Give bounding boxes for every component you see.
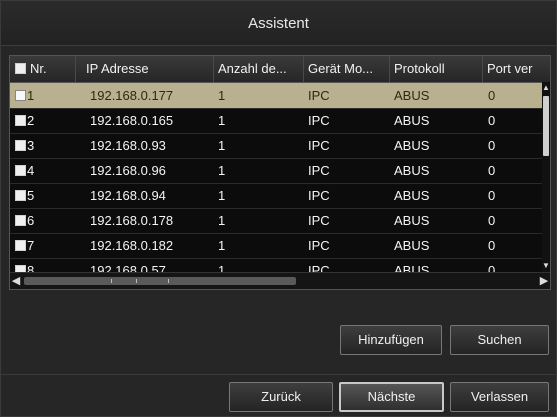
header-nr[interactable]: Nr.: [10, 56, 76, 82]
ip-cell: 192.168.0.178: [90, 213, 174, 228]
model-cell: IPC: [308, 163, 330, 178]
header-model[interactable]: Gerät Mo...: [304, 56, 390, 82]
add-button[interactable]: Hinzufügen: [340, 325, 442, 355]
ip-cell: 192.168.0.177: [90, 88, 174, 103]
exit-button[interactable]: Verlassen: [450, 382, 549, 412]
row-checkbox[interactable]: [15, 215, 26, 226]
port-cell: 0: [488, 163, 496, 178]
ip-cell: 192.168.0.94: [90, 188, 166, 203]
count-cell: 1: [218, 188, 226, 203]
model-cell: IPC: [308, 113, 330, 128]
dialog-title: Assistent: [248, 14, 309, 32]
port-cell: 0: [488, 188, 496, 203]
horizontal-scroll-thumb[interactable]: [24, 277, 296, 285]
protocol-cell: ABUS: [394, 88, 430, 103]
device-table: Nr. IP Adresse Anzahl de... Gerät Mo... …: [9, 55, 551, 290]
back-button[interactable]: Zurück: [229, 382, 333, 412]
vertical-scrollbar[interactable]: ▲ ▼: [542, 82, 550, 272]
search-button[interactable]: Suchen: [450, 325, 549, 355]
nr-cell: 1: [27, 88, 35, 103]
row-checkbox[interactable]: [15, 115, 26, 126]
table-row[interactable]: 4 192.168.0.96 1 IPC ABUS 0: [10, 158, 542, 184]
footer-divider: [1, 374, 556, 375]
row-checkbox[interactable]: [15, 190, 26, 201]
count-cell: 1: [218, 113, 226, 128]
count-cell: 1: [218, 213, 226, 228]
protocol-cell: ABUS: [394, 163, 430, 178]
count-cell: 1: [218, 88, 226, 103]
count-cell: 1: [218, 163, 226, 178]
header-port[interactable]: Port ver: [483, 56, 542, 82]
port-cell: 0: [488, 138, 496, 153]
row-checkbox[interactable]: [15, 165, 26, 176]
table-header: Nr. IP Adresse Anzahl de... Gerät Mo... …: [10, 56, 550, 83]
table-row[interactable]: 6 192.168.0.178 1 IPC ABUS 0: [10, 208, 542, 234]
protocol-cell: ABUS: [394, 238, 430, 253]
table-row[interactable]: 1 192.168.0.177 1 IPC ABUS 0: [10, 83, 542, 109]
header-ip[interactable]: IP Adresse: [76, 56, 214, 82]
row-checkbox[interactable]: [15, 140, 26, 151]
port-cell: 0: [488, 113, 496, 128]
nr-cell: 4: [27, 163, 35, 178]
model-cell: IPC: [308, 238, 330, 253]
scroll-up-icon[interactable]: ▲: [542, 83, 550, 93]
model-cell: IPC: [308, 188, 330, 203]
header-count[interactable]: Anzahl de...: [214, 56, 304, 82]
ip-cell: 192.168.0.165: [90, 113, 174, 128]
protocol-cell: ABUS: [394, 188, 430, 203]
ip-cell: 192.168.0.96: [90, 163, 166, 178]
nr-cell: 5: [27, 188, 35, 203]
count-cell: 1: [218, 138, 226, 153]
table-row[interactable]: 2 192.168.0.165 1 IPC ABUS 0: [10, 108, 542, 134]
port-cell: 0: [488, 88, 496, 103]
table-row[interactable]: 5 192.168.0.94 1 IPC ABUS 0: [10, 183, 542, 209]
scroll-down-icon[interactable]: ▼: [542, 261, 550, 271]
ip-cell: 192.168.0.93: [90, 138, 166, 153]
header-protocol[interactable]: Protokoll: [390, 56, 483, 82]
row-checkbox[interactable]: [15, 90, 26, 101]
port-cell: 0: [488, 213, 496, 228]
dialog-titlebar: Assistent: [1, 1, 556, 46]
protocol-cell: ABUS: [394, 213, 430, 228]
nr-cell: 2: [27, 113, 35, 128]
count-cell: 1: [218, 238, 226, 253]
header-nr-label: Nr.: [30, 61, 47, 76]
protocol-cell: ABUS: [394, 113, 430, 128]
ip-cell: 192.168.0.182: [90, 238, 174, 253]
vertical-scroll-thumb[interactable]: [543, 96, 549, 156]
wizard-dialog: Assistent Nr. IP Adresse Anzahl de... Ge…: [0, 0, 557, 417]
scroll-left-icon[interactable]: ◀: [10, 273, 22, 289]
model-cell: IPC: [308, 213, 330, 228]
nr-cell: 3: [27, 138, 35, 153]
scroll-right-icon[interactable]: ▶: [538, 273, 550, 289]
table-row[interactable]: 7 192.168.0.182 1 IPC ABUS 0: [10, 233, 542, 259]
select-all-checkbox[interactable]: [15, 63, 26, 74]
table-row[interactable]: 3 192.168.0.93 1 IPC ABUS 0: [10, 133, 542, 159]
nr-cell: 6: [27, 213, 35, 228]
model-cell: IPC: [308, 138, 330, 153]
row-checkbox[interactable]: [15, 240, 26, 251]
horizontal-scrollbar[interactable]: ◀ ▶: [10, 272, 550, 289]
next-button[interactable]: Nächste: [339, 382, 444, 412]
model-cell: IPC: [308, 88, 330, 103]
port-cell: 0: [488, 238, 496, 253]
nr-cell: 7: [27, 238, 35, 253]
protocol-cell: ABUS: [394, 138, 430, 153]
